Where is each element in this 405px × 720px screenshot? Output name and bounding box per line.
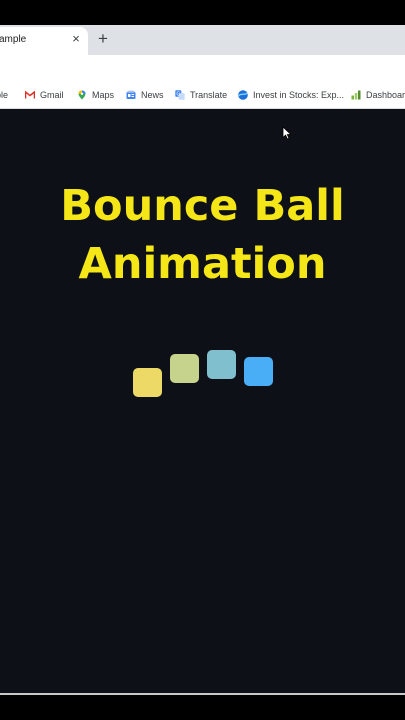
- bookmark-label: Invest in Stocks: Exp...: [253, 90, 345, 100]
- bookmark-translate[interactable]: G Translate: [175, 88, 227, 102]
- bookmark-dashboard[interactable]: Dashboar: [351, 88, 405, 102]
- bookmarks-bar: ble Gmail Maps: [0, 83, 405, 109]
- bookmark-invest[interactable]: Invest in Stocks: Exp...: [238, 88, 344, 102]
- svg-text:G: G: [176, 91, 180, 97]
- bookmark-item[interactable]: ble: [0, 88, 8, 102]
- bookmark-label: Gmail: [40, 90, 64, 100]
- dashboard-bars-icon: [351, 90, 361, 100]
- bookmark-label: Dashboar: [366, 90, 405, 100]
- bouncing-square-teal: [207, 350, 236, 379]
- gmail-icon: [25, 90, 35, 99]
- page-content: Bounce Ball Animation: [0, 109, 405, 693]
- top-letterbox: [0, 0, 405, 25]
- bookmark-maps[interactable]: Maps: [77, 88, 114, 102]
- tab-title: xample: [0, 34, 27, 45]
- address-bar[interactable]: [0, 58, 405, 80]
- screen: xample × + ble Gmail Maps: [0, 0, 405, 720]
- new-tab-icon[interactable]: +: [94, 29, 112, 49]
- bookmark-label: ble: [0, 90, 9, 100]
- page-title-line-1: Bounce Ball: [60, 181, 345, 231]
- bookmark-label: Maps: [92, 90, 115, 100]
- bottom-letterbox: [0, 695, 405, 720]
- page-title-line-2: Animation: [78, 239, 327, 289]
- browser-toolbar: [0, 55, 405, 83]
- bookmark-label: News: [141, 90, 164, 100]
- browser-tab[interactable]: xample ×: [0, 27, 88, 55]
- bookmark-gmail[interactable]: Gmail: [25, 88, 64, 102]
- page-title: Bounce Ball Animation: [0, 177, 405, 293]
- news-icon: [126, 90, 136, 99]
- maps-pin-icon: [78, 90, 86, 100]
- translate-icon: G: [175, 90, 185, 100]
- tab-strip: xample ×: [0, 25, 405, 55]
- bouncing-square-blue: [244, 357, 273, 386]
- close-icon[interactable]: ×: [70, 32, 82, 46]
- bookmark-label: Translate: [190, 90, 228, 100]
- bouncing-square-yellow: [133, 368, 162, 397]
- mouse-cursor-icon: [282, 126, 292, 140]
- stocks-icon: [238, 90, 248, 100]
- bouncing-square-green: [170, 354, 199, 383]
- bookmark-news[interactable]: News: [126, 88, 164, 102]
